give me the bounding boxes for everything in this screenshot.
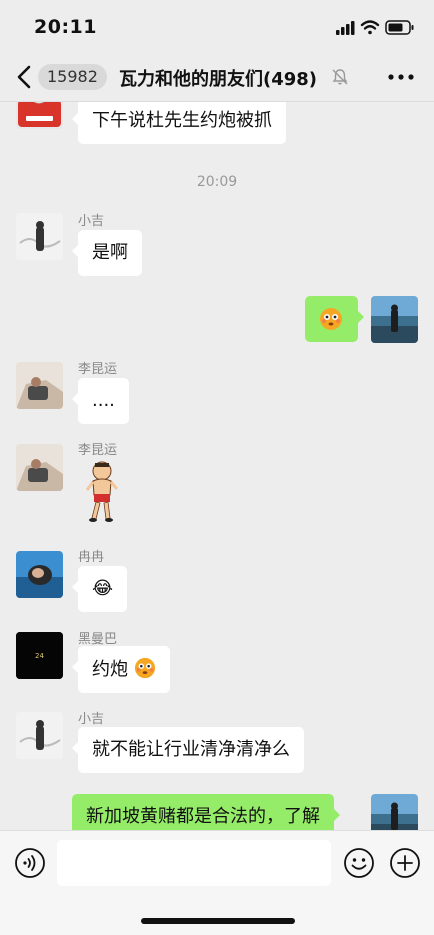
chat-header: 15982 瓦力和他的朋友们(498)	[0, 52, 434, 102]
flushed-face-emoji-icon	[320, 308, 342, 330]
plus-icon[interactable]	[389, 847, 421, 879]
back-arrow-icon[interactable]	[14, 64, 36, 90]
message-bubble[interactable]: ....	[72, 378, 129, 424]
sender-name: 李昆运	[78, 362, 118, 377]
emoji-icon[interactable]	[343, 847, 375, 879]
message-list[interactable]: 下午说杜先生约炮被抓 20:09 小吉 是啊 李昆运 .... 李昆运 冉冉 😂…	[0, 102, 434, 830]
status-time: 20:11	[34, 16, 97, 38]
message-bubble[interactable]: 就不能让行业清净清净么	[72, 727, 304, 773]
status-icons	[336, 20, 414, 35]
sender-name: 小吉	[78, 712, 105, 727]
message-text: 下午说杜先生约炮被抓	[92, 110, 272, 131]
message-text: 😂	[92, 578, 114, 599]
message-input[interactable]	[57, 840, 331, 886]
my-avatar[interactable]	[371, 296, 418, 343]
more-options-icon[interactable]	[388, 70, 414, 84]
outgoing-message-bubble[interactable]	[305, 296, 364, 342]
avatar[interactable]	[16, 362, 63, 409]
message-bubble[interactable]: 下午说杜先生约炮被抓	[72, 102, 286, 144]
status-bar: 20:11	[0, 0, 434, 52]
unread-count-badge[interactable]: 15982	[38, 64, 107, 90]
svg-text:24: 24	[35, 652, 44, 660]
input-bar	[0, 830, 434, 935]
avatar[interactable]	[16, 444, 63, 491]
sender-name: 小吉	[78, 214, 105, 229]
dancing-man-sticker[interactable]	[86, 460, 118, 526]
message-bubble[interactable]: 约炮	[72, 646, 170, 693]
flushed-face-emoji-icon	[134, 657, 155, 679]
message-text: 约炮	[92, 659, 128, 680]
sender-name: 黑曼巴	[78, 632, 118, 647]
my-avatar[interactable]	[371, 794, 418, 830]
outgoing-message-bubble[interactable]: 新加坡黄赌都是合法的，了解	[72, 794, 340, 830]
mute-bell-icon	[332, 69, 348, 85]
wifi-icon	[360, 20, 380, 35]
battery-icon	[385, 20, 414, 35]
chat-title: 瓦力和他的朋友们(498)	[119, 69, 318, 90]
avatar[interactable]	[16, 551, 63, 598]
message-bubble[interactable]: 是啊	[72, 230, 142, 276]
avatar[interactable]	[16, 712, 63, 759]
message-text: 新加坡黄赌都是合法的，了解	[86, 806, 320, 827]
message-timestamp: 20:09	[196, 174, 238, 190]
message-text: 是啊	[92, 242, 128, 263]
avatar[interactable]	[16, 102, 63, 129]
sender-name: 李昆运	[78, 443, 118, 458]
home-indicator	[141, 918, 295, 924]
sender-name: 冉冉	[78, 550, 105, 565]
message-text: ....	[92, 390, 115, 411]
avatar[interactable]: 24	[16, 632, 63, 679]
message-text: 就不能让行业清净清净么	[92, 739, 290, 760]
avatar[interactable]	[16, 213, 63, 260]
message-bubble[interactable]: 😂	[71, 566, 128, 612]
signal-icon	[336, 21, 355, 35]
voice-input-icon[interactable]	[14, 847, 46, 879]
